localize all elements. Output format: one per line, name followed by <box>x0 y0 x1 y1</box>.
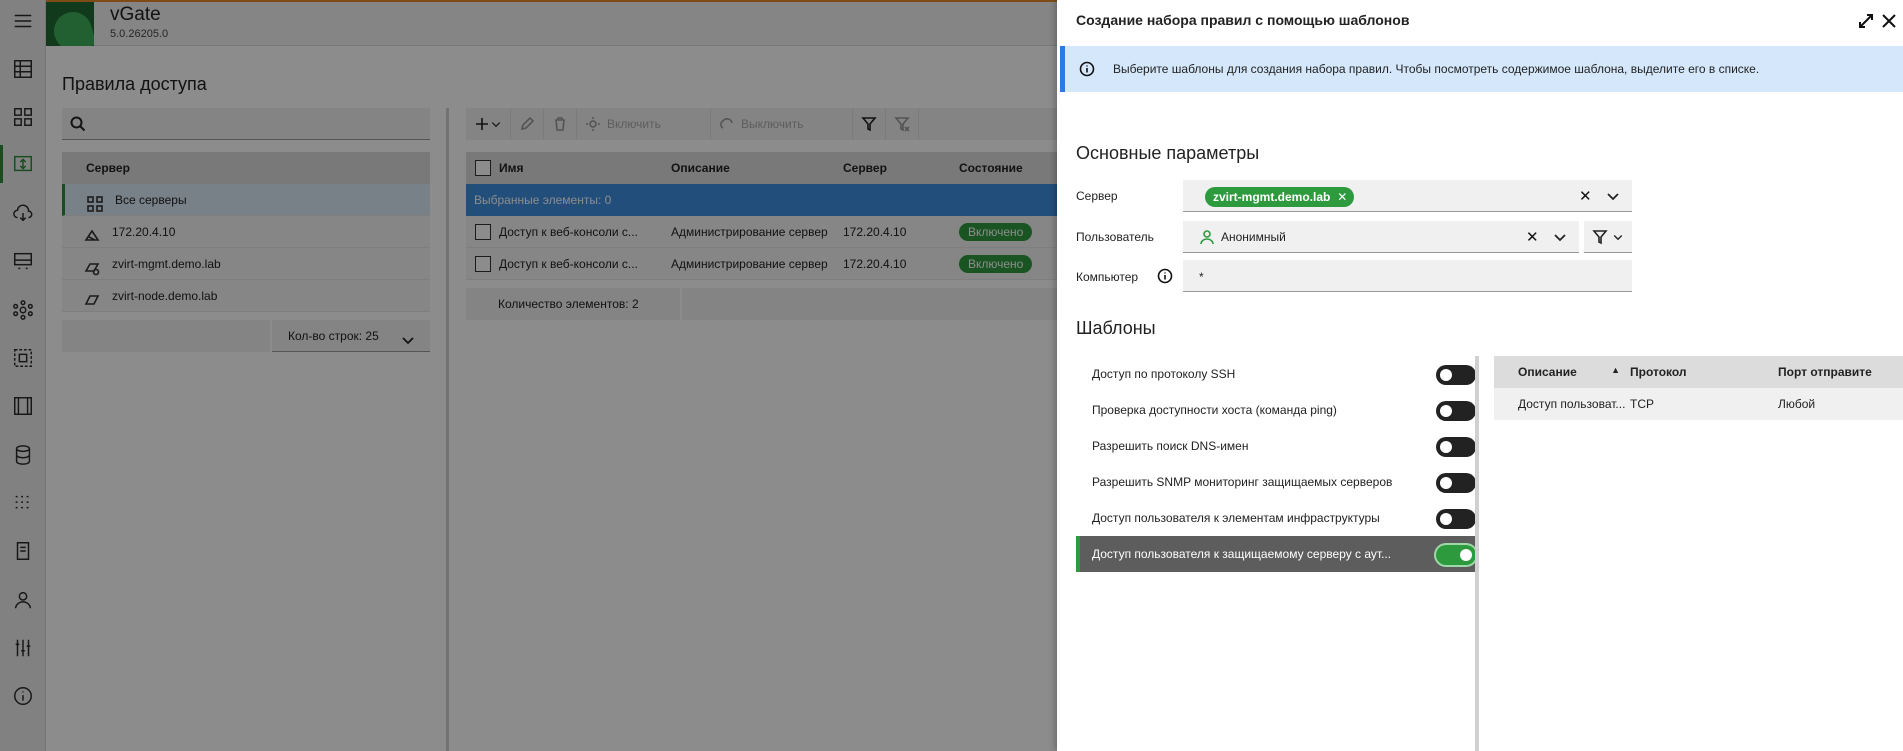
server-field[interactable]: zvirt-mgmt.demo.lab ✕ ✕ <box>1183 180 1632 212</box>
template-toggle[interactable] <box>1436 365 1476 385</box>
template-item-selected[interactable]: Доступ пользователя к защищаемому сервер… <box>1076 536 1476 572</box>
template-details-table: Описание ▲ Протокол Порт отправите Досту… <box>1494 356 1903 420</box>
column-port[interactable]: Порт отправите <box>1778 365 1903 379</box>
user-value: Анонимный <box>1221 230 1286 244</box>
info-text: Выберите шаблоны для создания набора пра… <box>1113 62 1760 76</box>
column-description[interactable]: Описание ▲ <box>1494 365 1628 379</box>
template-label: Доступ по протоколу SSH <box>1092 367 1236 381</box>
template-label: Проверка доступности хоста (команда ping… <box>1092 403 1337 417</box>
detail-description: Доступ пользоват... <box>1518 397 1626 411</box>
templates-heading: Шаблоны <box>1076 318 1156 338</box>
template-item[interactable]: Проверка доступности хоста (команда ping… <box>1076 392 1476 428</box>
template-item[interactable]: Доступ пользователя к элементам инфрастр… <box>1076 500 1476 536</box>
detail-protocol: TCP <box>1630 397 1654 411</box>
template-label: Доступ пользователя к защищаемому сервер… <box>1092 547 1392 561</box>
template-dialog: Создание набора правил с помощью шаблоно… <box>1057 0 1903 751</box>
expand-icon[interactable] <box>1857 12 1875 30</box>
template-toggle[interactable] <box>1436 545 1476 565</box>
close-icon[interactable] <box>1880 12 1898 30</box>
table-row[interactable]: Доступ пользоват... TCP Любой <box>1494 388 1903 420</box>
dialog-title: Создание набора правил с помощью шаблоно… <box>1076 12 1410 28</box>
basic-params-heading: Основные параметры <box>1076 143 1260 163</box>
server-chip[interactable]: zvirt-mgmt.demo.lab ✕ <box>1205 187 1355 207</box>
user-field-label: Пользователь <box>1076 230 1154 244</box>
user-icon <box>1200 230 1214 245</box>
detail-port: Любой <box>1778 397 1816 411</box>
templates-list: Доступ по протоколу SSH Проверка доступн… <box>1076 356 1476 572</box>
user-field[interactable]: Анонимный ✕ <box>1183 221 1579 253</box>
template-toggle[interactable] <box>1436 401 1476 421</box>
info-circle-icon <box>1079 61 1095 77</box>
user-filter-button[interactable] <box>1584 221 1632 253</box>
template-item[interactable]: Разрешить SNMP мониторинг защищаемых сер… <box>1076 464 1476 500</box>
column-description-label: Описание <box>1518 365 1577 379</box>
details-header: Описание ▲ Протокол Порт отправите <box>1494 356 1903 388</box>
computer-field-label: Компьютер <box>1076 270 1139 284</box>
column-protocol[interactable]: Протокол <box>1628 365 1778 379</box>
template-label: Разрешить SNMP мониторинг защищаемых сер… <box>1092 475 1393 489</box>
template-label: Доступ пользователя к элементам инфрастр… <box>1092 511 1380 525</box>
modal-overlay[interactable] <box>0 0 1057 751</box>
chevron-down-icon[interactable] <box>1605 188 1621 207</box>
template-label: Разрешить поиск DNS-имен <box>1092 439 1249 453</box>
template-toggle[interactable] <box>1436 437 1476 457</box>
template-item[interactable]: Разрешить поиск DNS-имен <box>1076 428 1476 464</box>
chevron-down-icon[interactable] <box>1552 229 1568 248</box>
chip-remove-icon[interactable]: ✕ <box>1337 187 1347 207</box>
computer-info-icon[interactable] <box>1157 268 1173 284</box>
info-banner: Выберите шаблоны для создания набора пра… <box>1060 46 1903 92</box>
template-toggle[interactable] <box>1436 509 1476 529</box>
computer-value: * <box>1199 270 1204 284</box>
chevron-down-icon <box>1613 235 1623 241</box>
clear-icon[interactable]: ✕ <box>1579 187 1592 205</box>
server-chip-label: zvirt-mgmt.demo.lab <box>1213 190 1331 204</box>
clear-icon[interactable]: ✕ <box>1526 228 1539 246</box>
template-toggle[interactable] <box>1436 473 1476 493</box>
sort-asc-icon: ▲ <box>1611 365 1620 375</box>
computer-field[interactable]: * <box>1183 260 1632 292</box>
template-item[interactable]: Доступ по протоколу SSH <box>1076 356 1476 392</box>
templates-splitter[interactable] <box>1475 356 1479 751</box>
filter-icon <box>1592 230 1608 245</box>
server-field-label: Сервер <box>1076 189 1118 203</box>
